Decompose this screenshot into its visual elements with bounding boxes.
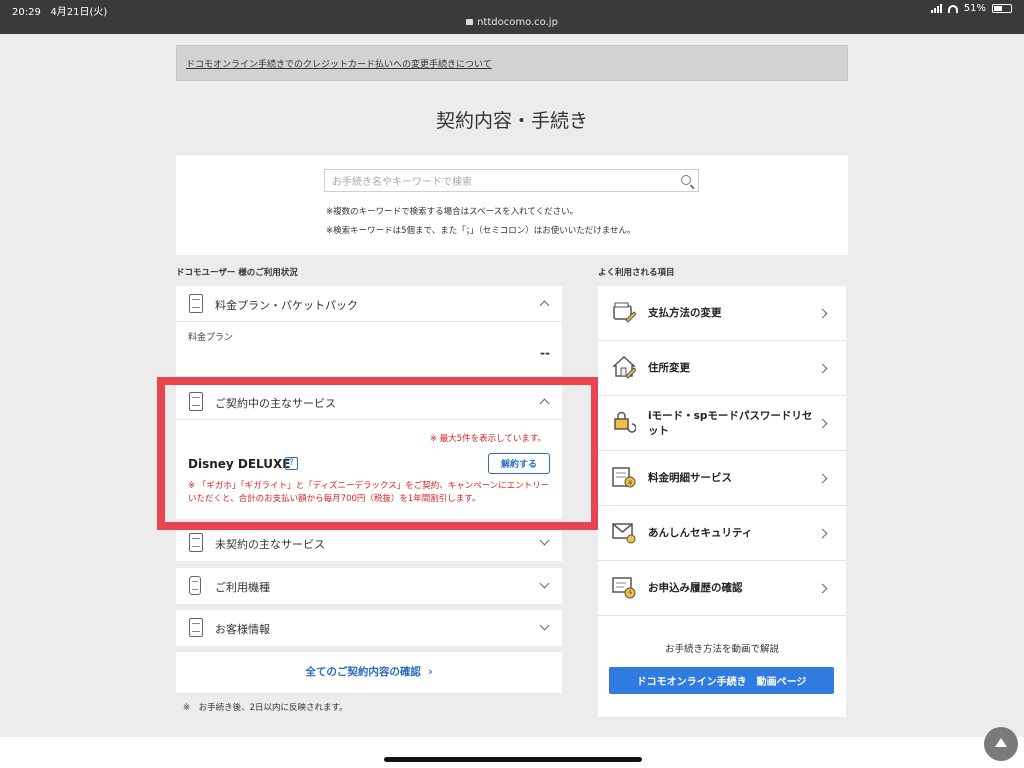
- page-bottom: [0, 737, 1024, 768]
- chevron-up-icon[interactable]: [539, 398, 550, 409]
- confirm-all-link[interactable]: 全てのご契約内容の確認 ›: [176, 652, 562, 693]
- frequent-items-panel: 支払方法の変更 住所変更 iモード・spモードパスワードリセット ¥ 料金明細サ…: [598, 286, 846, 717]
- services-header[interactable]: ご契約中の主なサービス: [176, 384, 562, 420]
- customer-info-icon: [189, 618, 203, 637]
- chevron-down-icon[interactable]: [539, 578, 550, 589]
- mail-shield-icon: [612, 523, 636, 544]
- contract-icon: [189, 392, 203, 411]
- plan-panel: 料金プラン・パケットパック 料金プラン --: [176, 286, 562, 376]
- no-contract-icon: [189, 533, 203, 552]
- smartphone-icon: [189, 576, 201, 595]
- usage-section-title: ドコモユーザー 様のご利用状況: [176, 268, 298, 278]
- svg-text:¥: ¥: [628, 479, 633, 487]
- chevron-down-icon[interactable]: [539, 535, 550, 546]
- lock-icon: [466, 19, 474, 25]
- services-panel: ご契約中の主なサービス ※ 最大5件を表示しています。 Disney DELUX…: [176, 384, 562, 519]
- search-note: ※検索キーワードは5個まで、また「；」（セミコロン）はお使いいただけません。: [326, 226, 636, 236]
- status-bar: 20:29 4月21日(火) nttdocomo.co.jp 51%: [0, 0, 1024, 34]
- help-icon[interactable]: ?: [285, 457, 298, 470]
- chevron-up-icon[interactable]: [539, 300, 550, 311]
- menu-item-password-reset[interactable]: iモード・spモードパスワードリセット: [598, 396, 846, 451]
- chevron-right-icon: [817, 308, 828, 319]
- house-icon: [612, 355, 636, 379]
- customer-panel[interactable]: お客様情報: [176, 610, 562, 646]
- menu-item-address[interactable]: 住所変更: [598, 341, 846, 396]
- notice-banner: ドコモオンライン手続きでのクレジットカード払いへの変更手続きについて: [176, 45, 848, 81]
- document-icon: [189, 294, 203, 313]
- services-title: ご契約中の主なサービス: [215, 397, 336, 410]
- reflect-note: ※ お手続き後、2日以内に反映されます。: [183, 703, 348, 713]
- cellular-signal-icon: [930, 4, 942, 13]
- plan-title: 料金プラン・パケットパック: [215, 299, 358, 312]
- plan-value: --: [540, 346, 550, 360]
- url-text: nttdocomo.co.jp: [477, 17, 558, 28]
- devices-panel[interactable]: ご利用機種: [176, 568, 562, 604]
- chevron-right-icon: [817, 473, 828, 484]
- campaign-note: ※ 「ギガホ」「ギガライト」と「ディズニーデラックス」をご契約、キャンペーンにエ…: [188, 481, 550, 504]
- menu-item-history[interactable]: お申込み履歴の確認: [598, 561, 846, 616]
- wifi-icon: [947, 4, 958, 13]
- customer-title: お客様情報: [215, 623, 270, 636]
- chevron-right-icon: [817, 528, 828, 539]
- devices-title: ご利用機種: [215, 581, 270, 594]
- battery-percent: 51%: [963, 3, 986, 14]
- chevron-right-icon: [817, 363, 828, 374]
- service-name: Disney DELUXE: [188, 457, 291, 471]
- search-input[interactable]: [325, 172, 665, 193]
- cancel-button[interactable]: 解約する: [488, 453, 550, 474]
- unsubscribed-panel[interactable]: 未契約の主なサービス: [176, 525, 562, 561]
- search-icon[interactable]: [681, 175, 691, 185]
- chevron-down-icon[interactable]: [539, 620, 550, 631]
- chevron-right-icon: [817, 418, 828, 429]
- chevron-right-icon: ›: [428, 666, 433, 678]
- video-page-button[interactable]: ドコモオンライン手続き 動画ページ: [609, 667, 834, 694]
- battery-icon: [992, 4, 1012, 13]
- history-icon: [612, 577, 636, 599]
- menu-item-security[interactable]: あんしんセキュリティ: [598, 506, 846, 561]
- video-note: お手続き方法を動画で解説: [664, 644, 779, 655]
- address-bar[interactable]: nttdocomo.co.jp: [0, 17, 1024, 28]
- search-box: [324, 169, 699, 193]
- chevron-right-icon: [817, 583, 828, 594]
- menu-item-payment[interactable]: 支払方法の変更: [598, 286, 846, 341]
- search-card: ※複数のキーワードで検索する場合はスペースを入れてください。 ※検索キーワードは…: [176, 155, 848, 255]
- menu-item-billing[interactable]: ¥ 料金明細サービス: [598, 451, 846, 506]
- unsubscribed-title: 未契約の主なサービス: [215, 538, 325, 551]
- frequent-section-title: よく利用される項目: [598, 268, 675, 278]
- notice-link[interactable]: ドコモオンライン手続きでのクレジットカード払いへの変更手続きについて: [186, 57, 492, 70]
- search-note: ※複数のキーワードで検索する場合はスペースを入れてください。: [326, 207, 579, 217]
- wallet-icon: [613, 302, 636, 323]
- page-title: 契約内容・手続き: [435, 110, 588, 132]
- lock-reset-icon: [614, 411, 636, 433]
- home-indicator[interactable]: [384, 757, 642, 762]
- scroll-to-top-button[interactable]: [984, 727, 1018, 761]
- bill-icon: ¥: [612, 467, 636, 488]
- plan-header[interactable]: 料金プラン・パケットパック: [176, 286, 562, 322]
- plan-label: 料金プラン: [188, 333, 234, 343]
- max-items-note: ※ 最大5件を表示しています。: [429, 434, 546, 444]
